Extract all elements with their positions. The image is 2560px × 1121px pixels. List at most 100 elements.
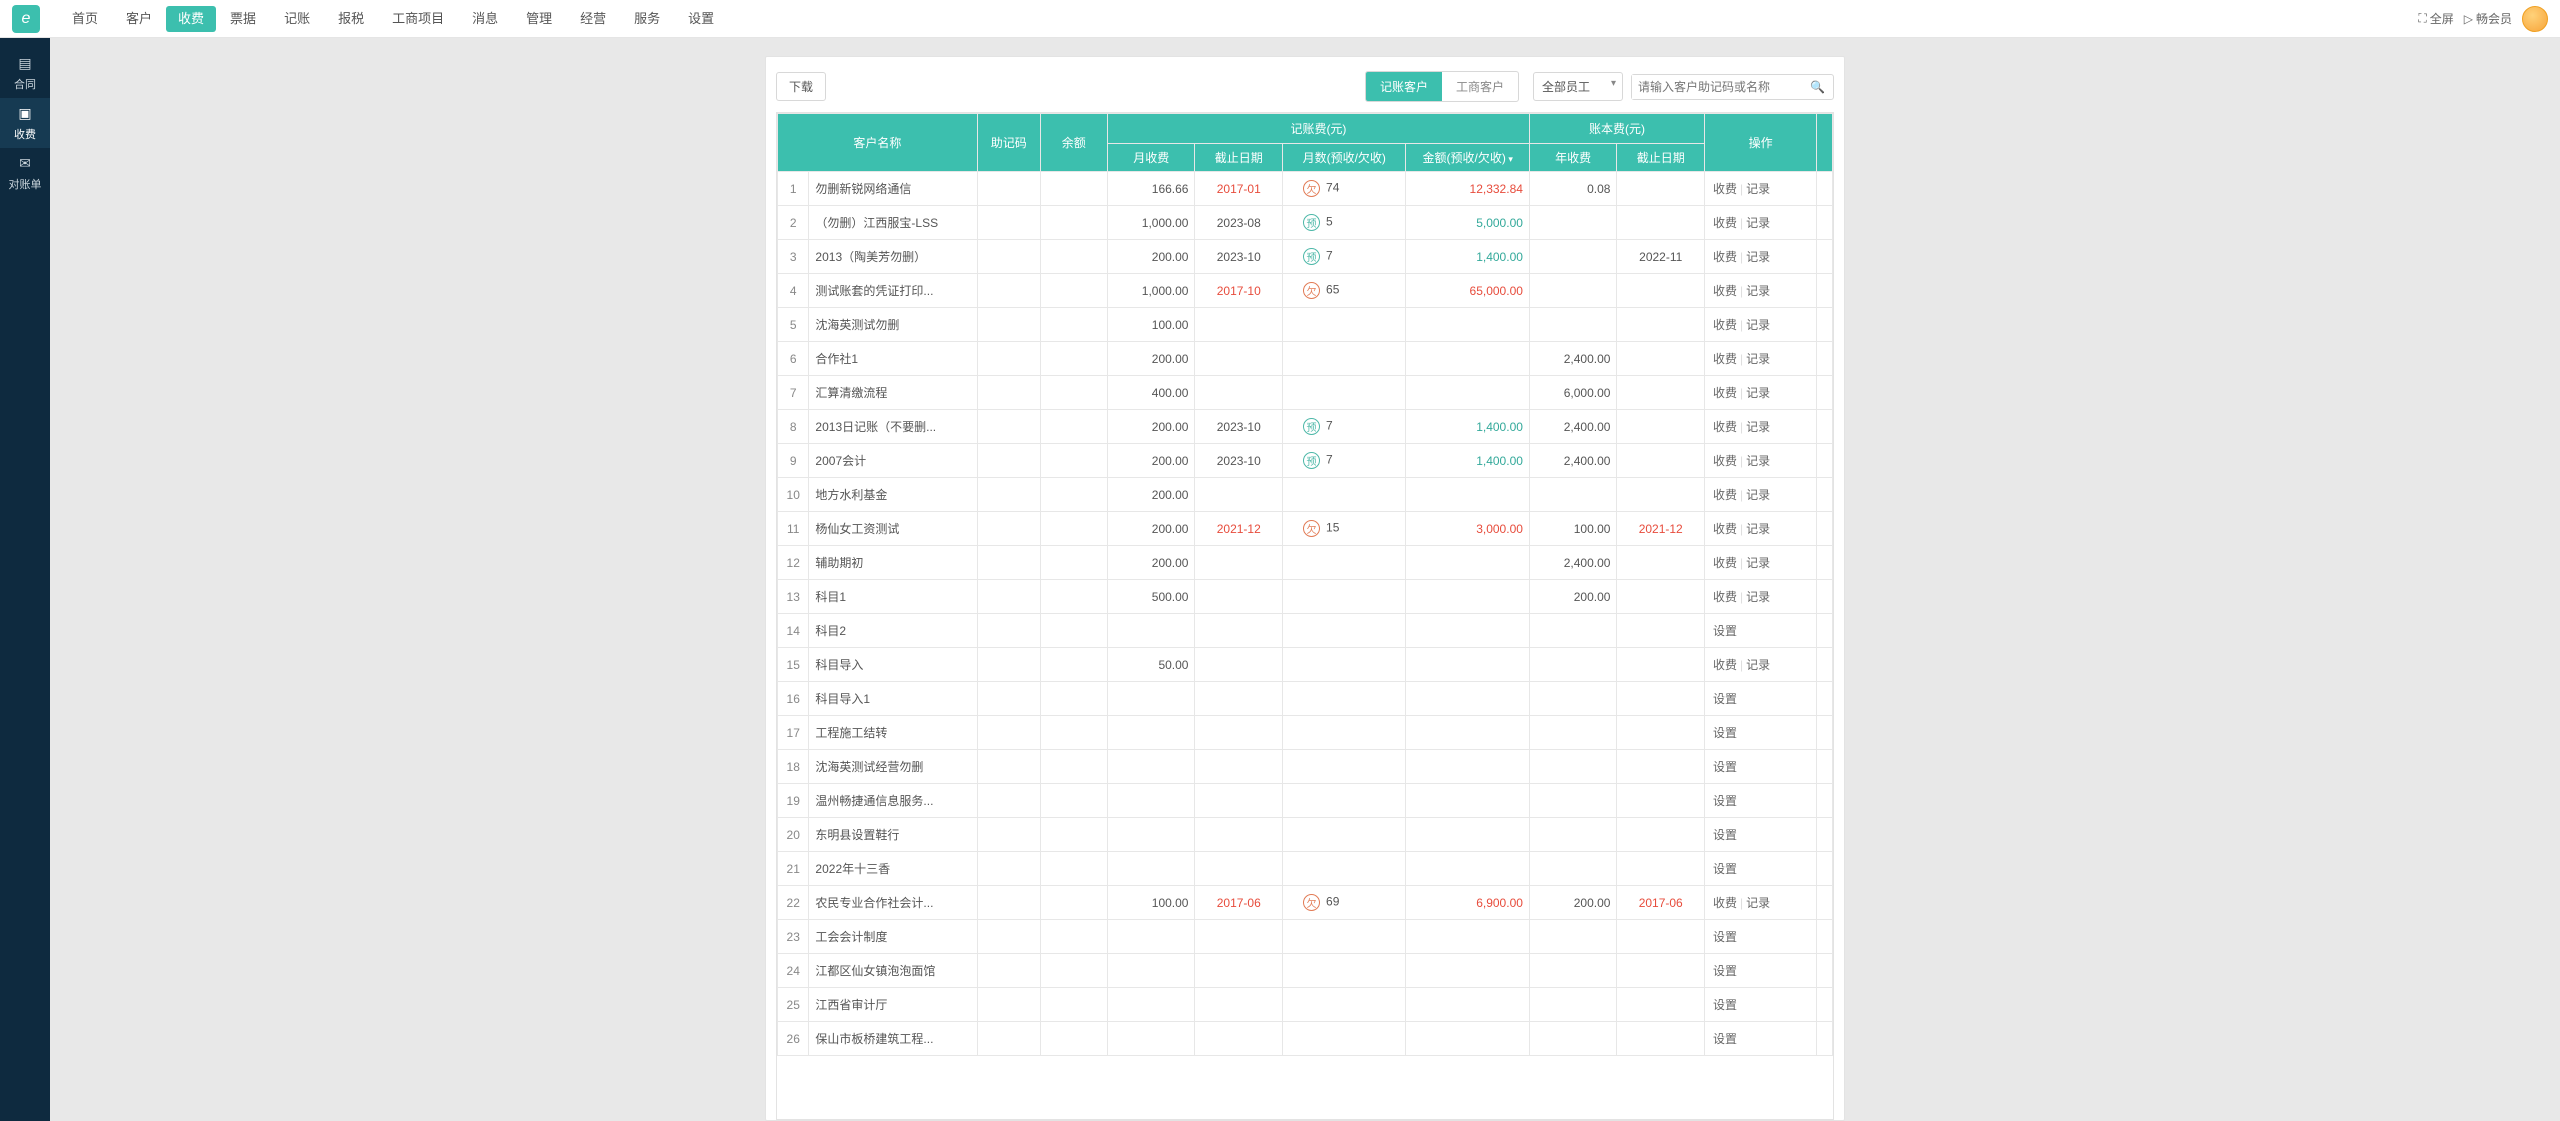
topnav-item[interactable]: 收费: [166, 6, 216, 32]
cell-customer-name[interactable]: 辅助期初: [809, 546, 977, 580]
topnav-item[interactable]: 报税: [324, 0, 378, 38]
op-settings[interactable]: 设置: [1713, 624, 1737, 638]
vip-button[interactable]: ▷ 畅会员: [2464, 10, 2512, 27]
cell-customer-name[interactable]: 农民专业合作社会计...: [809, 886, 977, 920]
table-scroll[interactable]: 客户名称 助记码 余额 记账费(元) 账本费(元) 操作 月收费 截止日期: [776, 112, 1834, 1120]
op-fee[interactable]: 收费: [1713, 522, 1737, 536]
op-settings[interactable]: 设置: [1713, 726, 1737, 740]
op-record[interactable]: 记录: [1746, 250, 1770, 264]
staff-select[interactable]: 全部员工: [1533, 72, 1623, 101]
op-fee[interactable]: 收费: [1713, 488, 1737, 502]
topnav-item[interactable]: 记账: [270, 0, 324, 38]
cell-customer-name[interactable]: 勿删新锐网络通信: [809, 172, 977, 206]
avatar[interactable]: [2522, 6, 2548, 32]
op-settings[interactable]: 设置: [1713, 692, 1737, 706]
cell-customer-name[interactable]: 杨仙女工资测试: [809, 512, 977, 546]
cell-customer-name[interactable]: 合作社1: [809, 342, 977, 376]
op-settings[interactable]: 设置: [1713, 1032, 1737, 1046]
tab-jizhang-customer[interactable]: 记账客户: [1366, 72, 1442, 101]
cell-balance: [1040, 750, 1107, 784]
cell-customer-name[interactable]: 地方水利基金: [809, 478, 977, 512]
cell-customer-name[interactable]: 工会会计制度: [809, 920, 977, 954]
topnav-item[interactable]: 票据: [216, 0, 270, 38]
sidebar-item[interactable]: ▤合同: [0, 48, 50, 98]
search-icon[interactable]: 🔍: [1802, 80, 1833, 94]
cell-months: 预5: [1283, 206, 1406, 240]
op-fee[interactable]: 收费: [1713, 454, 1737, 468]
op-record[interactable]: 记录: [1746, 216, 1770, 230]
topnav-item[interactable]: 服务: [620, 0, 674, 38]
cell-customer-name[interactable]: 沈海英测试经营勿删: [809, 750, 977, 784]
fullscreen-button[interactable]: ⛶ 全屏: [2418, 10, 2453, 27]
cell-customer-name[interactable]: 2007会计: [809, 444, 977, 478]
op-record[interactable]: 记录: [1746, 658, 1770, 672]
op-fee[interactable]: 收费: [1713, 386, 1737, 400]
cell-customer-name[interactable]: 保山市板桥建筑工程...: [809, 1022, 977, 1056]
table-row: 212022年十三香设置: [778, 852, 1833, 886]
op-fee[interactable]: 收费: [1713, 556, 1737, 570]
op-record[interactable]: 记录: [1746, 420, 1770, 434]
cell-customer-name[interactable]: 测试账套的凭证打印...: [809, 274, 977, 308]
topnav-item[interactable]: 首页: [58, 0, 112, 38]
cell-customer-name[interactable]: 科目2: [809, 614, 977, 648]
op-fee[interactable]: 收费: [1713, 420, 1737, 434]
op-settings[interactable]: 设置: [1713, 794, 1737, 808]
download-button[interactable]: 下载: [776, 72, 826, 101]
cell-customer-name[interactable]: 2022年十三香: [809, 852, 977, 886]
search-input[interactable]: [1632, 75, 1802, 99]
cell-customer-name[interactable]: 2013日记账（不要删...: [809, 410, 977, 444]
op-record[interactable]: 记录: [1746, 318, 1770, 332]
cell-customer-name[interactable]: 汇算清缴流程: [809, 376, 977, 410]
op-record[interactable]: 记录: [1746, 488, 1770, 502]
op-settings[interactable]: 设置: [1713, 828, 1737, 842]
th-amount[interactable]: 金额(预收/欠收): [1406, 144, 1529, 172]
cell-customer-name[interactable]: （勿删）江西服宝-LSS: [809, 206, 977, 240]
op-fee[interactable]: 收费: [1713, 352, 1737, 366]
op-record[interactable]: 记录: [1746, 454, 1770, 468]
op-record[interactable]: 记录: [1746, 352, 1770, 366]
topnav-item[interactable]: 消息: [458, 0, 512, 38]
cell-customer-name[interactable]: 江西省审计厅: [809, 988, 977, 1022]
sidebar-item[interactable]: ✉对账单: [0, 148, 50, 198]
op-settings[interactable]: 设置: [1713, 760, 1737, 774]
tab-gongshang-customer[interactable]: 工商客户: [1442, 72, 1518, 101]
op-settings[interactable]: 设置: [1713, 964, 1737, 978]
cell-customer-name[interactable]: 沈海英测试勿删: [809, 308, 977, 342]
op-fee[interactable]: 收费: [1713, 590, 1737, 604]
topnav-item[interactable]: 设置: [674, 0, 728, 38]
cell-customer-name[interactable]: 2013（陶美芳勿删）: [809, 240, 977, 274]
cell-customer-name[interactable]: 温州畅捷通信息服务...: [809, 784, 977, 818]
cell-customer-name[interactable]: 科目1: [809, 580, 977, 614]
op-record[interactable]: 记录: [1746, 590, 1770, 604]
cell-customer-name[interactable]: 科目导入1: [809, 682, 977, 716]
cell-customer-name[interactable]: 东明县设置鞋行: [809, 818, 977, 852]
op-record[interactable]: 记录: [1746, 386, 1770, 400]
topnav-item[interactable]: 管理: [512, 0, 566, 38]
cell-end-date: [1195, 750, 1283, 784]
op-record[interactable]: 记录: [1746, 522, 1770, 536]
op-fee[interactable]: 收费: [1713, 216, 1737, 230]
op-record[interactable]: 记录: [1746, 182, 1770, 196]
op-fee[interactable]: 收费: [1713, 318, 1737, 332]
op-settings[interactable]: 设置: [1713, 862, 1737, 876]
op-record[interactable]: 记录: [1746, 556, 1770, 570]
op-record[interactable]: 记录: [1746, 896, 1770, 910]
cell-customer-name[interactable]: 工程施工结转: [809, 716, 977, 750]
op-fee[interactable]: 收费: [1713, 182, 1737, 196]
topnav-item[interactable]: 经营: [566, 0, 620, 38]
sidebar-item[interactable]: ▣收费: [0, 98, 50, 148]
cell-customer-name[interactable]: 科目导入: [809, 648, 977, 682]
topnav-item[interactable]: 客户: [112, 0, 166, 38]
op-fee[interactable]: 收费: [1713, 250, 1737, 264]
op-record[interactable]: 记录: [1746, 284, 1770, 298]
cell-year-end-date: [1617, 274, 1705, 308]
cell-month-fee: [1107, 716, 1195, 750]
th-months[interactable]: 月数(预收/欠收): [1283, 144, 1406, 172]
op-fee[interactable]: 收费: [1713, 658, 1737, 672]
cell-customer-name[interactable]: 江都区仙女镇泡泡面馆: [809, 954, 977, 988]
op-settings[interactable]: 设置: [1713, 998, 1737, 1012]
topnav-item[interactable]: 工商项目: [378, 0, 458, 38]
op-settings[interactable]: 设置: [1713, 930, 1737, 944]
op-fee[interactable]: 收费: [1713, 896, 1737, 910]
op-fee[interactable]: 收费: [1713, 284, 1737, 298]
